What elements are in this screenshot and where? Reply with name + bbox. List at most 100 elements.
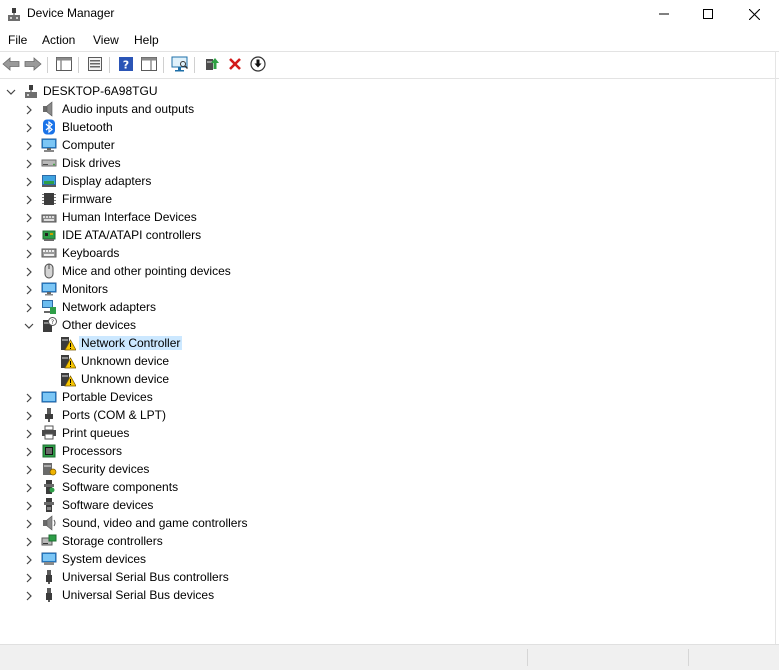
hid-icon [41,209,57,225]
tree-category-label: Keyboards [62,246,120,260]
help-icon: ? [118,56,134,75]
chevron-right-icon[interactable] [24,284,34,295]
back-arrow-icon [2,56,20,74]
tree-device[interactable]: Network Controller [0,334,775,352]
close-icon [748,8,760,20]
chevron-right-icon[interactable] [24,266,34,277]
tree-category[interactable]: Computer [0,136,775,154]
chevron-down-icon[interactable] [6,86,16,96]
tree-device[interactable]: Unknown device [0,352,775,370]
menu-view[interactable]: View [93,33,119,47]
chevron-right-icon[interactable] [24,122,34,133]
computer-tower-icon [23,83,39,99]
scan-hardware-button[interactable] [170,55,190,75]
update-driver-icon [204,56,220,75]
chevron-down-icon[interactable] [24,320,34,330]
tree-category[interactable]: Sound, video and game controllers [0,514,775,532]
tree-category[interactable]: Mice and other pointing devices [0,262,775,280]
tree-category[interactable]: Firmware [0,190,775,208]
tree-category[interactable]: Universal Serial Bus controllers [0,568,775,586]
chevron-right-icon[interactable] [24,572,34,583]
show-hide-console-tree-button[interactable] [54,55,74,75]
chevron-right-icon[interactable] [24,158,34,169]
system-device-icon [41,551,57,567]
ide-controller-icon [41,227,57,243]
tree-category[interactable]: Software devices [0,496,775,514]
update-driver-button[interactable] [202,55,222,75]
tree-category[interactable]: Human Interface Devices [0,208,775,226]
security-device-icon [41,461,57,477]
chevron-right-icon[interactable] [24,176,34,187]
tree-category-label: Print queues [62,426,130,440]
tree-category[interactable]: Storage controllers [0,532,775,550]
tree-category[interactable]: IDE ATA/ATAPI controllers [0,226,775,244]
tree-category-label: Universal Serial Bus devices [62,588,215,602]
chevron-right-icon[interactable] [24,212,34,223]
disk-drive-icon [41,155,57,171]
chevron-right-icon[interactable] [24,104,34,115]
chevron-right-icon[interactable] [24,590,34,601]
minimize-button[interactable] [641,0,687,28]
action-pane-button[interactable] [139,55,159,75]
tree-category[interactable]: Audio inputs and outputs [0,100,775,118]
chevron-right-icon[interactable] [24,482,34,493]
properties-button[interactable] [85,55,105,75]
display-adapter-icon [41,173,57,189]
tree-category[interactable]: Monitors [0,280,775,298]
tree-category[interactable]: Processors [0,442,775,460]
chevron-right-icon[interactable] [24,392,34,403]
software-component-icon [41,479,57,495]
tree-device[interactable]: Unknown device [0,370,775,388]
tree-category[interactable]: Portable Devices [0,388,775,406]
chevron-right-icon[interactable] [24,446,34,457]
chevron-right-icon[interactable] [24,230,34,241]
close-button[interactable] [731,0,777,28]
tree-category[interactable]: Ports (COM & LPT) [0,406,775,424]
chevron-right-icon[interactable] [24,554,34,565]
tree-category[interactable]: Disk drives [0,154,775,172]
tree-category[interactable]: Software components [0,478,775,496]
status-bar [0,644,779,670]
tree-category[interactable]: Network adapters [0,298,775,316]
chevron-right-icon[interactable] [24,410,34,421]
forward-button[interactable] [23,55,43,75]
forward-arrow-icon [24,56,42,74]
chevron-right-icon[interactable] [24,194,34,205]
chevron-right-icon[interactable] [24,464,34,475]
chevron-right-icon[interactable] [24,500,34,511]
help-button[interactable]: ? [116,55,136,75]
chip-icon [41,191,57,207]
tree-category[interactable]: ? Other devices [0,316,775,334]
usb-icon [41,569,57,585]
uninstall-device-button[interactable] [225,55,245,75]
computer-icon [41,137,57,153]
warning-device-icon [60,371,77,387]
menu-file[interactable]: File [8,33,27,47]
maximize-button[interactable] [685,0,731,28]
chevron-right-icon[interactable] [24,428,34,439]
tree-category-label: Software components [62,480,179,494]
chevron-right-icon[interactable] [24,302,34,313]
tree-category[interactable]: Keyboards [0,244,775,262]
tree-category[interactable]: System devices [0,550,775,568]
tree-category-label: Other devices [62,318,137,332]
device-tree: DESKTOP-6A98TGU Audio inputs and outputs… [0,78,775,644]
tree-category[interactable]: Universal Serial Bus devices [0,586,775,604]
menu-action[interactable]: Action [42,33,75,47]
tree-category-label: Audio inputs and outputs [62,102,195,116]
chevron-right-icon[interactable] [24,140,34,151]
back-button[interactable] [1,55,21,75]
tree-root[interactable]: DESKTOP-6A98TGU [0,82,775,100]
tree-category[interactable]: Bluetooth [0,118,775,136]
tree-category[interactable]: Display adapters [0,172,775,190]
chevron-right-icon[interactable] [24,518,34,529]
properties-icon [87,56,103,75]
chevron-right-icon[interactable] [24,536,34,547]
chevron-right-icon[interactable] [24,248,34,259]
tree-category[interactable]: Print queues [0,424,775,442]
disable-device-button[interactable] [248,55,268,75]
disable-device-icon [250,55,266,75]
tree-category[interactable]: Security devices [0,460,775,478]
menu-help[interactable]: Help [134,33,159,47]
action-pane-icon [141,56,157,74]
